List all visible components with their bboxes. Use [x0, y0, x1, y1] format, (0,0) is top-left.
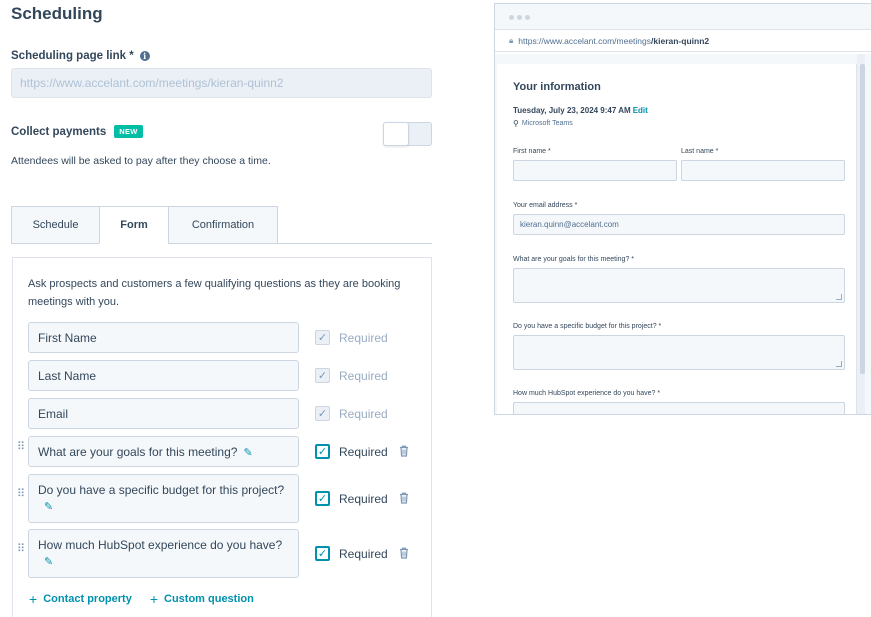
- browser-titlebar: [495, 4, 871, 30]
- tab-confirmation[interactable]: Confirmation: [168, 206, 278, 244]
- preview-email-label: Your email address *: [513, 202, 578, 209]
- url-slug: /kieran-quinn2: [651, 35, 710, 46]
- field-goals[interactable]: What are your goals for this meeting? ✎: [28, 436, 299, 467]
- page-title: Scheduling: [11, 4, 103, 23]
- field-label: Do you have a specific budget for this p…: [38, 483, 285, 497]
- preview-experience-label: How much HubSpot experience do you have?…: [513, 390, 661, 397]
- tab-divider: [278, 243, 432, 244]
- preview-first-name-label: First name *: [513, 148, 551, 155]
- preview-first-name-input[interactable]: [513, 160, 677, 181]
- preview-card: Your information Tuesday, July 23, 2024 …: [497, 64, 857, 414]
- scrollbar-thumb[interactable]: [860, 64, 865, 374]
- preview-experience-textarea[interactable]: [513, 402, 845, 414]
- field-label: First Name: [38, 331, 97, 345]
- location-pin-icon: ⚲: [513, 119, 519, 128]
- preview-goals-label: What are your goals for this meeting? *: [513, 256, 635, 263]
- preview-budget-label: Do you have a specific budget for this p…: [513, 323, 662, 330]
- form-panel: Ask prospects and customers a few qualif…: [12, 257, 432, 617]
- preview-last-name-input[interactable]: [681, 160, 845, 181]
- required-label: Required: [339, 445, 388, 459]
- url-prefix: https://www.accelant.com/meetings: [518, 35, 652, 46]
- preview-location: ⚲ Microsoft Teams: [513, 119, 573, 128]
- lock-icon: 🔒︎: [509, 35, 514, 45]
- field-email: Email: [28, 398, 299, 429]
- add-question-links: + Contact property + Custom question: [29, 591, 254, 607]
- preview-title: Your information: [513, 81, 601, 93]
- required-label: Required: [339, 547, 388, 561]
- required-label: Required: [339, 407, 388, 421]
- required-checkbox-disabled: ✓: [315, 406, 330, 421]
- required-label: Required: [339, 492, 388, 506]
- info-icon[interactable]: i: [139, 51, 150, 61]
- preview-last-name-label: Last name *: [681, 148, 719, 155]
- scheduling-link-placeholder: https://www.accelant.com/meetings/kieran…: [20, 76, 284, 90]
- field-label: What are your goals for this meeting?: [38, 445, 238, 459]
- required-checkbox[interactable]: ✓: [315, 444, 330, 459]
- scheduling-link-label: Scheduling page link * i: [11, 50, 150, 62]
- preview-browser: 🔒︎ https://www.accelant.com/meetings/kie…: [494, 3, 871, 415]
- collect-payments-text: Collect payments: [11, 125, 107, 138]
- toggle-knob: [383, 122, 409, 146]
- new-badge: NEW: [114, 125, 143, 138]
- plus-icon: +: [29, 591, 38, 607]
- field-label: How much HubSpot experience do you have?: [38, 538, 283, 552]
- scheduling-link-input[interactable]: https://www.accelant.com/meetings/kieran…: [11, 68, 432, 98]
- preview-datetime: Tuesday, July 23, 2024 9:47 AM Edit: [513, 106, 648, 115]
- field-experience[interactable]: How much HubSpot experience do you have?…: [28, 529, 299, 578]
- window-dot-icon: [517, 15, 522, 20]
- drag-handle-icon[interactable]: ⠿: [17, 442, 27, 453]
- window-dot-icon: [525, 15, 530, 20]
- trash-icon[interactable]: [399, 492, 409, 504]
- preview-location-text: Microsoft Teams: [521, 120, 573, 127]
- required-checkbox[interactable]: ✓: [315, 491, 330, 506]
- window-dot-icon: [509, 15, 514, 20]
- form-description: Ask prospects and customers a few qualif…: [28, 278, 401, 308]
- add-contact-property-button[interactable]: + Contact property: [29, 591, 132, 607]
- add-custom-question-label: Custom question: [164, 593, 254, 605]
- collect-payments-description: Attendees will be asked to pay after the…: [11, 155, 271, 167]
- drag-handle-icon[interactable]: ⠿: [17, 489, 27, 500]
- add-contact-property-label: Contact property: [43, 593, 132, 605]
- tab-bar: Schedule Form Confirmation: [11, 206, 278, 244]
- collect-payments-label: Collect payments NEW: [11, 125, 143, 138]
- field-label: Email: [38, 407, 69, 421]
- field-last-name: Last Name: [28, 360, 299, 391]
- preview-datetime-text: Tuesday, July 23, 2024 9:47 AM: [513, 106, 631, 115]
- tab-form[interactable]: Form: [99, 206, 169, 244]
- trash-icon[interactable]: [399, 445, 409, 457]
- pencil-icon[interactable]: ✎: [44, 499, 53, 515]
- collect-payments-toggle[interactable]: [383, 122, 432, 146]
- pencil-icon[interactable]: ✎: [44, 554, 53, 570]
- pencil-icon[interactable]: ✎: [243, 445, 252, 461]
- plus-icon: +: [149, 591, 158, 607]
- required-checkbox[interactable]: ✓: [315, 546, 330, 561]
- preview-edit-link[interactable]: Edit: [633, 106, 648, 115]
- drag-handle-icon[interactable]: ⠿: [17, 544, 27, 555]
- required-label: Required: [339, 331, 388, 345]
- url-text: https://www.accelant.com/meetings/kieran…: [518, 36, 709, 46]
- address-bar: 🔒︎ https://www.accelant.com/meetings/kie…: [495, 30, 871, 52]
- preview-email-input[interactable]: kieran.quinn@accelant.com: [513, 214, 845, 235]
- preview-body: Your information Tuesday, July 23, 2024 …: [495, 54, 871, 414]
- tab-schedule[interactable]: Schedule: [11, 206, 100, 244]
- field-first-name: First Name: [28, 322, 299, 353]
- required-checkbox-disabled: ✓: [315, 330, 330, 345]
- trash-icon[interactable]: [399, 547, 409, 559]
- preview-email-value: kieran.quinn@accelant.com: [520, 220, 619, 229]
- preview-budget-textarea[interactable]: [513, 335, 845, 370]
- preview-goals-textarea[interactable]: [513, 268, 845, 303]
- field-label: Last Name: [38, 369, 97, 383]
- add-custom-question-button[interactable]: + Custom question: [150, 591, 254, 607]
- scheduling-link-label-text: Scheduling page link *: [11, 50, 134, 62]
- field-budget[interactable]: Do you have a specific budget for this p…: [28, 474, 299, 523]
- required-checkbox-disabled: ✓: [315, 368, 330, 383]
- required-label: Required: [339, 369, 388, 383]
